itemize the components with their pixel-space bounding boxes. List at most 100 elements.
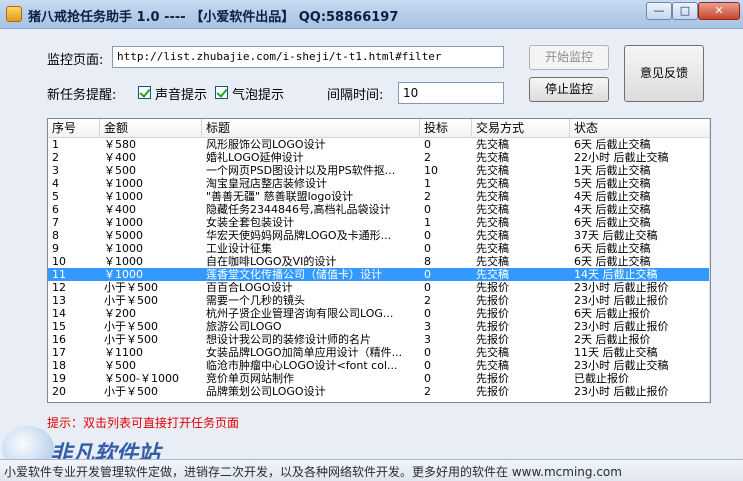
cell-title: 临沧市肿瘤中心LOGO设计<font col... [206,359,398,372]
cell-status: 23小时 后截止报价 [574,385,669,398]
table-row[interactable]: 2 ￥400 婚礼LOGO延伸设计 2 先交稿 22小时 后截止交稿 [48,151,710,164]
table-row[interactable]: 20 小于￥500 品牌策划公司LOGO设计 2 先报价 23小时 后截止报价 [48,385,710,398]
column-header-trade-mode[interactable]: 交易方式 [472,119,570,137]
column-header-status[interactable]: 状态 [570,119,710,137]
cell-amount: ￥1000 [104,268,143,281]
table-row[interactable]: 19 ￥500-￥1000 竞价单页网站制作 0 先报价 已截止报价 [48,372,710,385]
cell-index: 18 [52,359,66,372]
close-button[interactable]: ✕ [698,2,740,20]
cell-index: 19 [52,372,66,385]
stop-monitor-button[interactable]: 停止监控 [529,77,609,102]
cell-trade-mode: 先交稿 [476,216,509,229]
feedback-button[interactable]: 意见反馈 [624,45,704,102]
cell-amount: ￥500 [104,359,136,372]
cell-index: 17 [52,346,66,359]
table-row[interactable]: 14 ￥200 杭州子贤企业管理咨询有限公司LOG... 0 先报价 6天 后截止报价 [48,307,710,320]
column-header-amount[interactable]: 金额 [100,119,202,137]
cell-amount: ￥1000 [104,190,143,203]
sound-label: 声音提示 [155,88,208,103]
table-row[interactable]: 10 ￥1000 自在咖啡LOGO及VI的设计 8 先交稿 6天 后截止交稿 [48,255,710,268]
cell-amount: 小于￥500 [104,385,158,398]
vertical-scrollbar[interactable] [709,119,710,402]
notify-label: 新任务提醒: [47,88,117,103]
column-header-title[interactable]: 标题 [202,119,420,137]
start-monitor-button[interactable]: 开始监控 [529,45,609,70]
cell-amount: ￥500-￥1000 [104,372,179,385]
cell-trade-mode: 先报价 [476,294,509,307]
cell-index: 11 [52,268,66,281]
cell-trade-mode: 先报价 [476,320,509,333]
cell-trade-mode: 先交稿 [476,164,509,177]
cell-bids: 0 [424,372,431,385]
cell-title: 旅游公司LOGO [206,320,282,333]
cell-trade-mode: 先交稿 [476,177,509,190]
cell-amount: ￥400 [104,203,136,216]
cell-title: "善善无疆" 慈善联盟logo设计 [206,190,354,203]
task-list-body: 1 ￥580 风形服饰公司LOGO设计 0 先交稿 6天 后截止交稿 2 ￥400 婚礼LOGO… [48,138,710,398]
cell-bids: 0 [424,346,431,359]
table-row[interactable]: 15 小于￥500 旅游公司LOGO 3 先报价 23小时 后截止报价 [48,320,710,333]
cell-trade-mode: 先报价 [476,281,509,294]
minimize-button[interactable]: — [646,2,672,20]
cell-status: 22小时 后截止交稿 [574,151,669,164]
maximize-button[interactable]: □ [672,2,698,20]
table-row[interactable]: 7 ￥1000 女装全套包装设计 1 先交稿 6天 后截止交稿 [48,216,710,229]
cell-index: 16 [52,333,66,346]
sound-checkbox[interactable] [138,86,151,99]
table-row[interactable]: 18 ￥500 临沧市肿瘤中心LOGO设计<font col... 0 先交稿 23小时 … [48,359,710,372]
cell-title: 淘宝皇冠店整店装修设计 [206,177,327,190]
cell-bids: 3 [424,320,431,333]
cell-status: 23小时 后截止交稿 [574,359,669,372]
table-row[interactable]: 11 ￥1000 莲香堂文化传播公司（储值卡）设计 0 先交稿 14天 后截止交稿 [48,268,710,281]
cell-amount: ￥580 [104,138,136,151]
cell-title: 一个网页PSD图设计以及用PS软件抠... [206,164,396,177]
cell-trade-mode: 先交稿 [476,229,509,242]
cell-trade-mode: 先交稿 [476,268,509,281]
cell-trade-mode: 先交稿 [476,190,509,203]
bubble-checkbox[interactable] [215,86,228,99]
cell-index: 15 [52,320,66,333]
cell-amount: ￥1100 [104,346,143,359]
column-header-index[interactable]: 序号 [48,119,100,137]
cell-title: 婚礼LOGO延伸设计 [206,151,304,164]
cell-bids: 2 [424,385,431,398]
cell-index: 8 [52,229,59,242]
cell-amount: ￥1000 [104,216,143,229]
cell-bids: 10 [424,164,438,177]
cell-status: 2天 后截止报价 [574,333,651,346]
table-row[interactable]: 17 ￥1100 女装品牌LOGO加简单应用设计（精件... 0 先交稿 11天 后截止交… [48,346,710,359]
task-list[interactable]: 序号 金额 标题 投标 交易方式 状态 1 ￥580 风形服饰公司LOGO设计 0 先交… [47,118,711,403]
cell-title: 隐藏任务2344846号,高档礼品袋设计 [206,203,391,216]
column-header-bids[interactable]: 投标 [420,119,472,137]
cell-index: 14 [52,307,66,320]
cell-trade-mode: 先报价 [476,307,509,320]
cell-bids: 0 [424,138,431,151]
cell-bids: 0 [424,229,431,242]
table-row[interactable]: 8 ￥5000 华宏天使妈妈网品牌LOGO及卡通形... 0 先交稿 37天 后截止交稿 [48,229,710,242]
table-row[interactable]: 3 ￥500 一个网页PSD图设计以及用PS软件抠... 10 先交稿 1天 后截止交稿 [48,164,710,177]
cell-status: 1天 后截止交稿 [574,164,651,177]
cell-bids: 0 [424,242,431,255]
table-row[interactable]: 9 ￥1000 工业设计征集 0 先交稿 6天 后截止交稿 [48,242,710,255]
cell-amount: ￥1000 [104,242,143,255]
cell-status: 23小时 后截止报价 [574,281,669,294]
cell-status: 6天 后截止交稿 [574,138,651,151]
cell-bids: 8 [424,255,431,268]
table-row[interactable]: 1 ￥580 风形服饰公司LOGO设计 0 先交稿 6天 后截止交稿 [48,138,710,151]
table-row[interactable]: 6 ￥400 隐藏任务2344846号,高档礼品袋设计 0 先交稿 4天 后截止交稿 [48,203,710,216]
interval-input[interactable]: 10 [398,82,504,104]
cell-index: 3 [52,164,59,177]
cell-status: 6天 后截止报价 [574,307,651,320]
table-row[interactable]: 5 ￥1000 "善善无疆" 慈善联盟logo设计 2 先交稿 4天 后截止交稿 [48,190,710,203]
cell-trade-mode: 先交稿 [476,346,509,359]
cell-index: 4 [52,177,59,190]
cell-trade-mode: 先交稿 [476,359,509,372]
url-input[interactable]: http://list.zhubajie.com/i-sheji/t-t1.ht… [112,46,504,68]
cell-status: 5天 后截止交稿 [574,177,651,190]
table-row[interactable]: 13 小于￥500 需要一个几秒的镜头 2 先报价 23小时 后截止报价 [48,294,710,307]
cell-index: 2 [52,151,59,164]
table-row[interactable]: 16 小于￥500 想设计我公司的装修设计师的名片 3 先报价 2天 后截止报价 [48,333,710,346]
table-row[interactable]: 12 小于￥500 百百合LOGO设计 0 先报价 23小时 后截止报价 [48,281,710,294]
table-row[interactable]: 4 ￥1000 淘宝皇冠店整店装修设计 1 先交稿 5天 后截止交稿 [48,177,710,190]
cell-status: 4天 后截止交稿 [574,190,651,203]
